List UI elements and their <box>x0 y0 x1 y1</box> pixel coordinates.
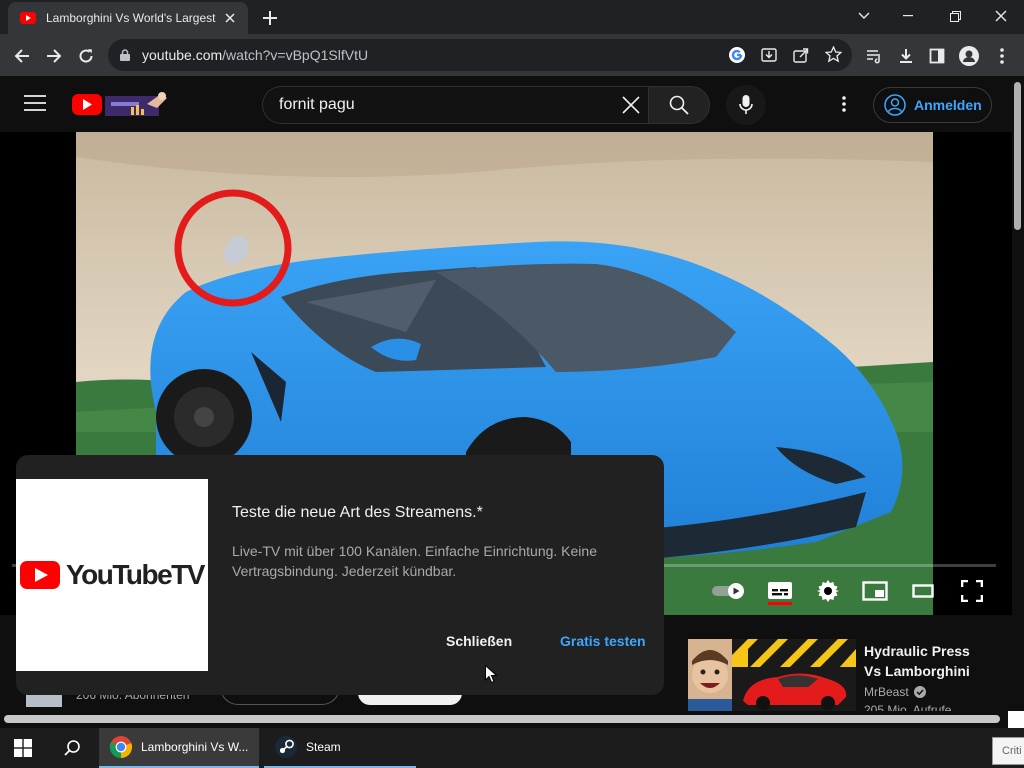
fullscreen-icon[interactable] <box>961 580 983 602</box>
tab-close-icon[interactable] <box>220 8 240 28</box>
settings-menu-icon[interactable] <box>842 96 846 112</box>
taskbar-search-button[interactable] <box>50 728 94 768</box>
promo-heading: Teste die neue Art des Streamens.* <box>232 504 483 521</box>
tab-search-chevron-icon[interactable] <box>842 2 886 30</box>
bookmark-star-icon[interactable] <box>825 46 842 63</box>
address-bar-url: youtube.com/watch?v=vBpQ1SlfVtU <box>142 47 369 63</box>
taskbar-steam-label: Steam <box>306 740 341 754</box>
taskbar-search-icon <box>64 740 80 756</box>
clear-search-icon[interactable] <box>621 95 641 115</box>
search-button[interactable] <box>648 86 710 124</box>
install-app-icon[interactable] <box>761 47 777 63</box>
browser-tab-active[interactable]: Lamborghini Vs World's Largest <box>8 2 248 34</box>
youtube-masthead: fornit pagu Anmelden <box>0 76 1012 132</box>
steam-logo-icon <box>274 735 298 759</box>
recommendation-title[interactable]: Hydraulic Press Vs Lamborghini <box>864 641 970 681</box>
youtube-play-logo-icon <box>20 561 61 589</box>
chrome-menu-icon[interactable] <box>988 42 1016 70</box>
forward-arrow-icon[interactable] <box>40 42 68 70</box>
windows-taskbar: Lamborghini Vs W... Steam Criti <box>0 728 1024 768</box>
notification-popup-edge[interactable]: Criti <box>992 737 1024 765</box>
lock-icon[interactable] <box>120 49 130 61</box>
recommendation-thumbnail[interactable] <box>688 639 856 711</box>
recommendation-channel-name: MrBeast <box>864 685 909 699</box>
settings-gear-icon[interactable] <box>817 580 839 602</box>
close-window-button[interactable] <box>979 2 1023 30</box>
youtube-tv-logo-panel: YouTubeTV <box>16 479 208 671</box>
side-panel-icon[interactable] <box>923 42 951 70</box>
reload-icon[interactable] <box>72 42 100 70</box>
horizontal-scrollbar[interactable] <box>0 711 1012 727</box>
mouse-cursor-icon <box>485 665 497 684</box>
theater-mode-icon[interactable] <box>912 582 934 600</box>
search-icon <box>669 95 689 115</box>
taskbar-chrome-item[interactable]: Lamborghini Vs W... <box>99 728 259 768</box>
guide-menu-icon[interactable] <box>24 94 46 112</box>
account-circle-icon <box>884 94 906 116</box>
chrome-logo-icon <box>109 735 133 759</box>
new-tab-button[interactable] <box>258 6 282 30</box>
recommendation-title-line2: Vs Lamborghini <box>864 663 970 679</box>
profile-avatar-icon[interactable] <box>955 42 983 70</box>
browser-toolbar: youtube.com/watch?v=vBpQ1SlfVtU <box>0 34 1024 76</box>
browser-tab-title: Lamborghini Vs World's Largest <box>46 11 216 25</box>
windows-logo-icon <box>14 739 32 757</box>
recommendation-channel[interactable]: MrBeast <box>864 685 926 699</box>
youtube-tv-promo-dialog: YouTubeTV Teste die neue Art des Streame… <box>16 455 664 695</box>
share-icon[interactable] <box>793 47 809 63</box>
youtube-favicon-icon <box>20 10 36 26</box>
back-arrow-icon[interactable] <box>8 42 36 70</box>
youtube-tv-logo-text: YouTubeTV <box>66 559 205 590</box>
taskbar-chrome-label: Lamborghini Vs W... <box>141 740 249 754</box>
youtube-tv-logo: YouTubeTV <box>20 559 205 591</box>
horizontal-scrollbar-thumb[interactable] <box>4 715 1000 723</box>
voice-search-button[interactable] <box>726 85 766 125</box>
taskbar-steam-item[interactable]: Steam <box>264 728 416 768</box>
reading-list-icon[interactable] <box>860 42 888 70</box>
google-lens-icon[interactable] <box>728 46 746 64</box>
promo-close-button[interactable]: Schließen <box>446 633 512 649</box>
page-scrollbar-thumb[interactable] <box>1014 82 1021 230</box>
recommendation-title-line1: Hydraulic Press <box>864 643 970 659</box>
browser-tab-strip: Lamborghini Vs World's Largest <box>0 0 1024 34</box>
page-scrollbar[interactable] <box>1012 76 1024 708</box>
search-input[interactable]: fornit pagu <box>262 86 648 124</box>
sign-in-button[interactable]: Anmelden <box>873 87 992 123</box>
promo-body: Live-TV mit über 100 Kanälen. Einfache E… <box>232 543 597 579</box>
autoplay-toggle[interactable] <box>712 582 746 600</box>
verified-check-icon <box>913 686 926 698</box>
sign-in-label: Anmelden <box>914 97 982 113</box>
youtube-doodle-logo[interactable] <box>71 90 169 118</box>
windows-start-button[interactable] <box>4 728 44 768</box>
microphone-icon <box>739 95 753 115</box>
minimize-window-button[interactable] <box>886 2 930 30</box>
search-query-text: fornit pagu <box>279 96 355 113</box>
subtitles-icon[interactable] <box>768 580 792 606</box>
promo-free-trial-button[interactable]: Gratis testen <box>560 633 646 649</box>
restore-window-button[interactable] <box>933 2 977 30</box>
address-bar[interactable]: youtube.com/watch?v=vBpQ1SlfVtU <box>108 39 852 71</box>
downloads-icon[interactable] <box>892 42 920 70</box>
scrollbar-corner <box>1008 711 1024 728</box>
miniplayer-icon[interactable] <box>862 580 888 602</box>
